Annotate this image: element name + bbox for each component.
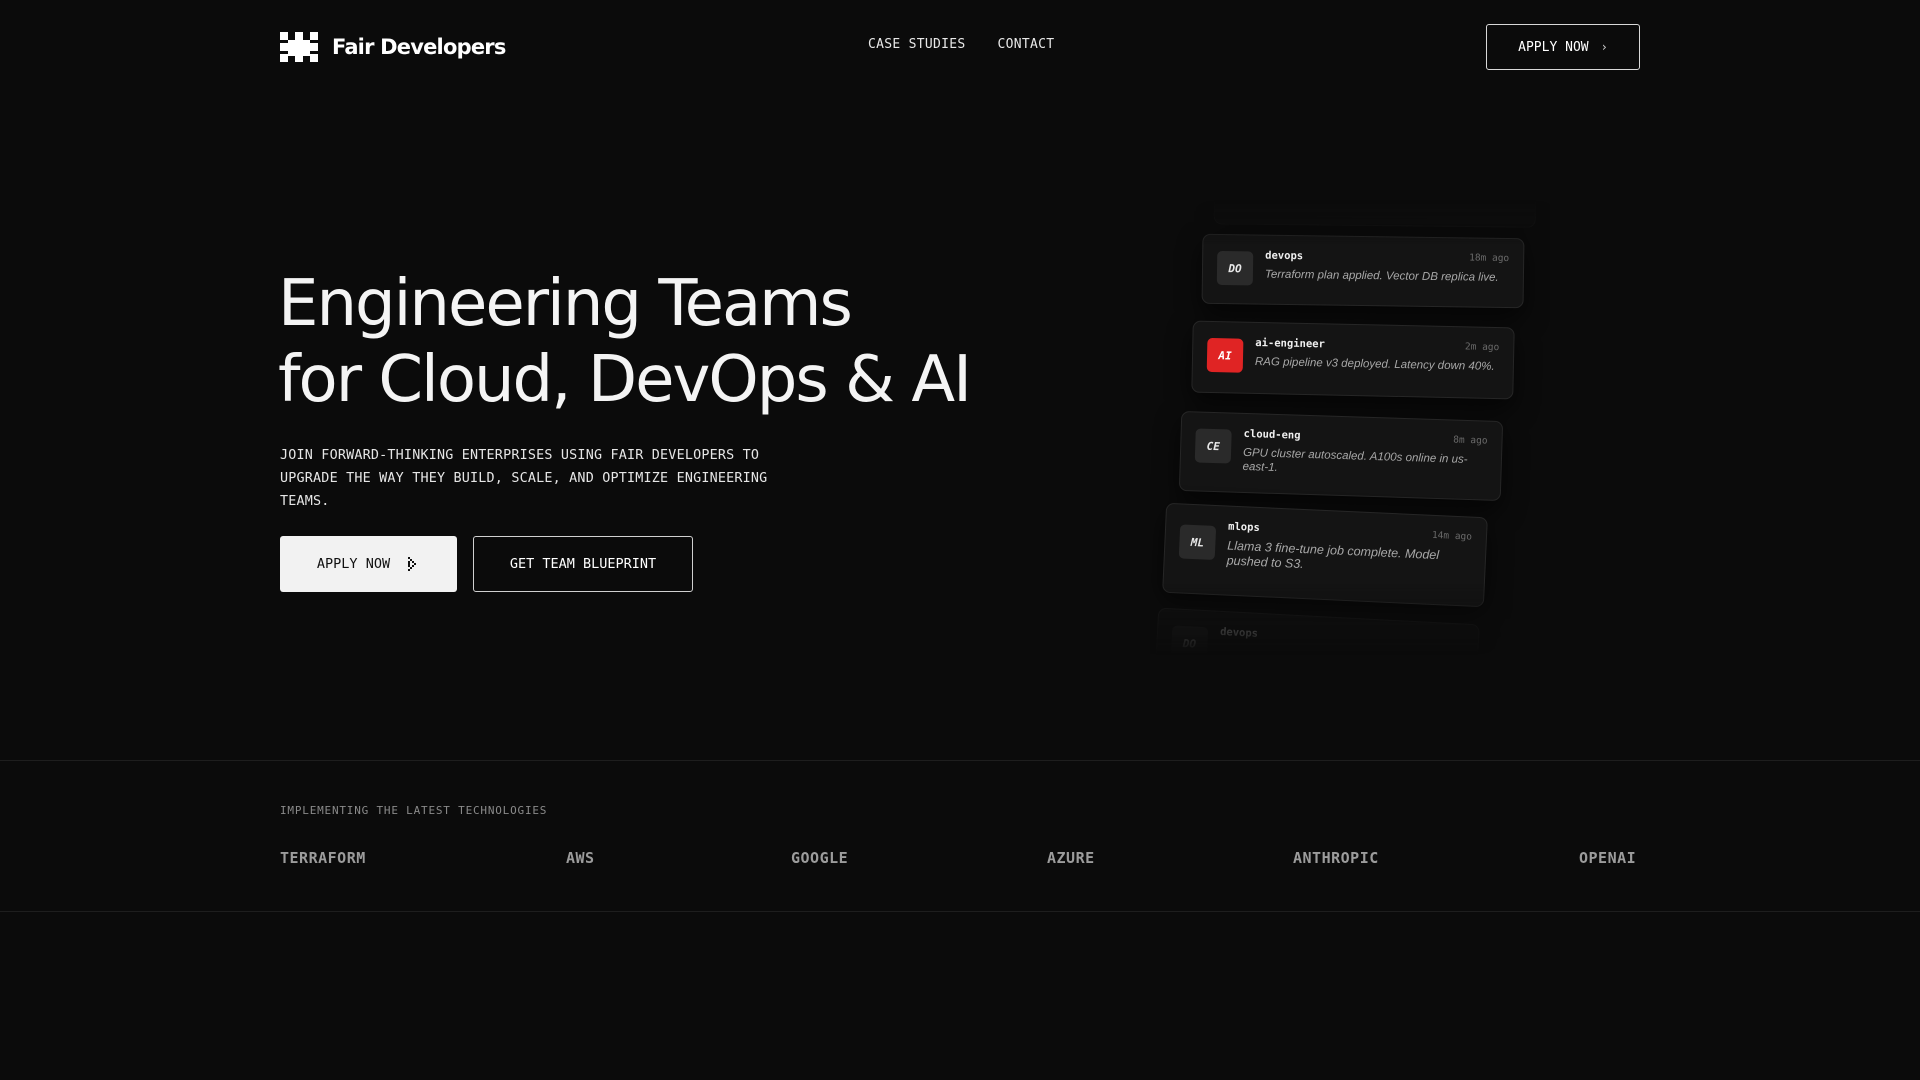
feed-timestamp: 8m ago [1453,434,1488,447]
feed-message: RAG pipeline v3 deployed. Latency down 4… [1254,355,1495,373]
get-team-blueprint-label: GET TEAM BLUEPRINT [509,556,657,572]
feed-card-faded-top [1213,200,1537,228]
feed-card-ai-engineer: AI ai-engineer 2m ago RAG pipeline v3 de… [1191,320,1515,400]
agent-activity-feed: DO devops 18m ago Terraform plan applied… [1150,200,1550,655]
feed-card-devops-faded: DO devops [1154,607,1480,655]
feed-message: GPU cluster autoscaled. A100s online in … [1242,446,1468,475]
brand-name: Fair Developers [332,35,506,59]
logo-terraform: TERRAFORM [280,849,366,867]
hero-title-line-2: for Cloud, DevOps & AI [278,343,972,417]
hero-apply-now-label: APPLY NOW [316,556,391,572]
pointer-cursor-icon [406,556,420,572]
feed-agent-name: devops [1265,249,1304,263]
logo-anthropic: ANTHROPIC [1293,849,1379,867]
feed-avatar-ai: AI [1206,337,1244,373]
technologies-strip: IMPLEMENTING THE LATEST TECHNOLOGIES TER… [0,760,1920,912]
logo-openai: OPENAI [1579,849,1637,867]
feed-message: Terraform plan applied. Vector DB replic… [1264,268,1499,284]
pixel-asterisk-logo-icon [280,32,318,62]
header-apply-now-button[interactable]: APPLY NOW › [1486,24,1640,70]
feed-timestamp: 14m ago [1431,529,1473,543]
logo-azure: AZURE [1047,849,1095,867]
feed-avatar: DO [1170,625,1209,655]
feed-card-devops: DO devops 18m ago Terraform plan applied… [1201,233,1525,309]
primary-nav: CASE STUDIES CONTACT [868,37,1054,52]
feed-avatar: ML [1178,524,1217,560]
chevron-right-icon: › [1600,40,1608,54]
feed-timestamp: 18m ago [1469,252,1510,265]
feed-avatar: CE [1194,428,1232,464]
feed-timestamp: 2m ago [1464,341,1500,354]
nav-link-contact[interactable]: CONTACT [998,37,1055,52]
feed-card-cloud-eng: CE cloud-eng 8m ago GPU cluster autoscal… [1178,410,1504,502]
feed-agent-name: devops [1219,625,1259,640]
hero-title: Engineering Teams for Cloud, DevOps & AI [278,266,972,418]
site-header: Fair Developers CASE STUDIES CONTACT APP… [0,0,1920,94]
logo-google: GOOGLE [791,849,849,867]
technologies-label: IMPLEMENTING THE LATEST TECHNOLOGIES [280,804,548,817]
feed-avatar: DO [1216,250,1254,286]
feed-agent-name: cloud-eng [1243,427,1301,442]
hero-title-line-1: Engineering Teams [278,267,853,341]
header-apply-now-label: APPLY NOW [1518,39,1589,55]
feed-agent-name: mlops [1227,520,1261,535]
hero-subtitle: JOIN FORWARD-THINKING ENTERPRISES USING … [280,448,768,509]
get-team-blueprint-button[interactable]: GET TEAM BLUEPRINT [473,536,693,592]
brand[interactable]: Fair Developers [280,32,506,62]
feed-agent-name: ai-engineer [1255,336,1325,351]
logo-aws: AWS [566,849,595,867]
feed-card-mlops: ML mlops 14m ago Llama 3 fine-tune job c… [1162,502,1488,608]
nav-link-case-studies[interactable]: CASE STUDIES [868,37,966,52]
feed-message: Llama 3 fine-tune job complete. Model pu… [1226,538,1440,572]
hero-apply-now-button[interactable]: APPLY NOW [280,536,457,592]
